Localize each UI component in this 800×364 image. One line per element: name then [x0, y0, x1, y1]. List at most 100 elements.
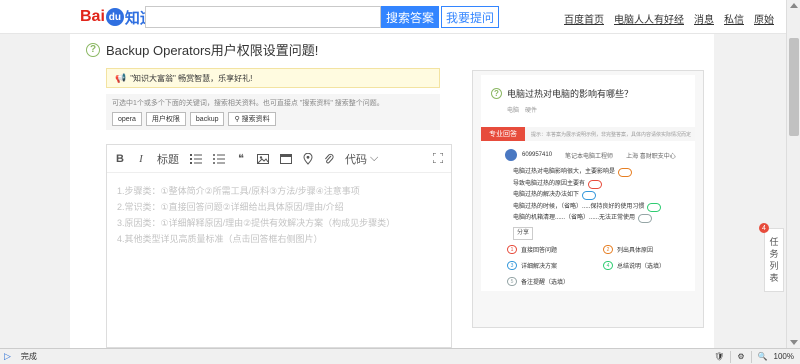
promo-notice[interactable]: 📢 "知识大富翁" 畅赏智慧，乐享好礼!: [106, 68, 440, 88]
user-location: 上海 喜财职支中心: [626, 153, 676, 160]
italic-button[interactable]: I: [136, 153, 146, 165]
logo-text: Bai: [80, 8, 105, 25]
avatar: [505, 149, 517, 161]
ordered-list-icon[interactable]: [190, 153, 202, 164]
question-mark-icon: ?: [86, 42, 100, 57]
legend-label: 总结说明（选填）: [617, 264, 666, 270]
task-list-char: 务: [769, 249, 779, 259]
link-user-menu[interactable]: 电脑人人有好经: [614, 11, 684, 26]
top-links: 百度首页 电脑人人有好经 消息 私信 原始: [564, 11, 774, 26]
answer-line: 导致电脑过热的原因主要有: [513, 179, 661, 191]
answer-editor[interactable]: B I 标题 ❝ 代码 ⌵ 1.步骤类：①整体简介②所需工具/原料③方法/步骤④…: [106, 144, 452, 348]
code-dropdown[interactable]: 代码 ⌵: [345, 151, 378, 167]
pro-answer-bar: 专业回答 提示：本答案为展示说明示例，非完整答案，具体内容请依实际情况而定: [481, 127, 695, 141]
user-name: 609957410: [522, 152, 553, 158]
link-private-messages[interactable]: 私信: [724, 11, 744, 26]
browser-status-bar: ▷ 完成 🛡 ⚙ 🔍 100%: [0, 348, 800, 364]
keyword-tag[interactable]: opera: [112, 112, 142, 126]
pro-answer-tip: 提示：本答案为展示说明示例，非完整答案，具体内容请依实际情况而定: [531, 131, 692, 138]
status-text: 完成: [20, 352, 37, 361]
guide-legend: 1 直接回答问题 2 列出具体原因 3 详细解决方案 4 总结说明（选填） 5 备注提醒（…: [507, 245, 695, 286]
keyword-hint-box: 可选中1个或多个下面的关键词，搜索相关资料。也可直接点 "搜索资料" 搜索整个问…: [106, 94, 440, 130]
meta-tag: 硬件: [525, 108, 538, 114]
marker-icon: [618, 168, 633, 178]
example-meta: 电脑 硬件: [507, 105, 537, 114]
zoom-level[interactable]: 100%: [774, 352, 794, 361]
speaker-icon: 📢: [115, 72, 127, 83]
example-question: 电脑过热对电脑的影响有哪些？: [507, 89, 634, 99]
marker-icon: [582, 191, 597, 201]
keyword-tag[interactable]: backup: [189, 112, 225, 126]
task-count-badge: 4: [759, 223, 769, 233]
ask-question-button[interactable]: 我要提问: [441, 6, 499, 28]
top-bar: Bai du 知道 搜索答案 我要提问 百度首页 电脑人人有好经 消息 私信 原…: [0, 0, 786, 34]
legend-item: 2 列出具体原因: [603, 245, 695, 254]
page-scrollbar[interactable]: [786, 0, 800, 348]
marker-icon: [588, 179, 603, 189]
answer-line: 电脑过热对电脑影响很大，主要影响是: [513, 167, 661, 179]
placeholder-line: 1.步骤类：①整体简介②所需工具/原料③方法/步骤④注意事项: [117, 186, 360, 196]
keyword-tag[interactable]: 用户权限: [145, 112, 186, 126]
security-lock-icon: 🛡: [714, 352, 725, 361]
placeholder-line: 3.原因类：①详细解释原因/理由②提供有效解决方案（构成见步骤类）: [117, 218, 396, 228]
marker-icon: [647, 202, 662, 212]
legend-dot-icon: 1: [507, 245, 517, 254]
task-list-char: 任: [769, 237, 779, 247]
answer-line-text: 电脑的机箱清理......（省略）......无法正常使用: [513, 215, 636, 221]
legend-item: 5 备注提醒（选填）: [507, 277, 603, 286]
answer-line-text: 电脑过热对电脑影响很大，主要影响是: [513, 169, 616, 175]
unordered-list-icon[interactable]: [213, 153, 225, 164]
task-list-char: 表: [769, 273, 779, 283]
search-material-label: 搜索资料: [241, 116, 270, 123]
search-answer-button[interactable]: 搜索答案: [381, 6, 439, 28]
placeholder-line: 2.常识类：①直接回答问题②详细给出具体原因/理由/介绍: [117, 202, 344, 212]
page-status-icon: ▷: [4, 351, 11, 361]
search-input[interactable]: [145, 6, 381, 28]
zoom-icon: 🔍: [757, 352, 768, 361]
protected-mode-icon: ⚙: [737, 352, 745, 361]
link-messages[interactable]: 消息: [694, 11, 714, 26]
answer-line: 电脑的机箱清理......（省略）......无法正常使用: [513, 213, 661, 225]
user-title: 笔记本电脑工程师: [565, 153, 614, 160]
promo-notice-text: "知识大富翁" 畅赏智慧，乐享好礼!: [130, 73, 253, 83]
legend-dot-icon: 4: [603, 261, 613, 270]
editor-placeholder[interactable]: 1.步骤类：①整体简介②所需工具/原料③方法/步骤④注意事项 2.常识类：①直接…: [107, 173, 451, 247]
quote-button[interactable]: ❝: [236, 152, 246, 165]
keyword-tags: opera 用户权限 backup ⚲ 搜索资料: [112, 112, 276, 126]
legend-dot-icon: 3: [507, 261, 517, 270]
fullscreen-expand-icon[interactable]: [433, 153, 443, 163]
answer-line-text: 导致电脑过热的原因主要有: [513, 180, 586, 187]
answer-line: 电脑过热的时候，（省略）.....保持良好的使用习惯: [513, 202, 662, 214]
heading-button[interactable]: 标题: [157, 151, 179, 167]
attachment-paperclip-icon[interactable]: [324, 153, 334, 165]
answer-line: 电脑过热的解决办法如下: [513, 190, 661, 202]
example-question-row: ? 电脑过热对电脑的影响有哪些？: [491, 87, 633, 100]
search-material-button[interactable]: ⚲ 搜索资料: [228, 112, 276, 126]
location-pin-icon[interactable]: [303, 152, 313, 165]
baidu-zhidao-logo[interactable]: Bai du 知道: [80, 7, 155, 27]
marker-icon: [638, 214, 653, 224]
link-baidu-home[interactable]: 百度首页: [564, 11, 604, 26]
task-list-button[interactable]: 任 务 列 表: [764, 228, 784, 292]
answer-line-text: 电脑过热的解决办法如下: [513, 192, 580, 198]
image-icon[interactable]: [257, 153, 269, 164]
legend-item: 4 总结说明（选填）: [603, 261, 695, 270]
legend-item: 1 直接回答问题: [507, 245, 603, 254]
task-list-char: 列: [769, 261, 779, 271]
scroll-down-arrow-icon[interactable]: [790, 340, 798, 345]
chevron-down-icon: ⌵: [370, 152, 379, 164]
legend-label: 列出具体原因: [617, 248, 654, 254]
link-original[interactable]: 原始: [754, 11, 774, 26]
editor-toolbar: B I 标题 ❝ 代码 ⌵: [107, 145, 451, 173]
legend-item: 3 详细解决方案: [507, 261, 603, 270]
scrollbar-thumb[interactable]: [789, 38, 799, 136]
legend-label: 详细解决方案: [521, 264, 558, 270]
legend-dot-icon: 2: [603, 245, 613, 254]
scroll-up-arrow-icon[interactable]: [790, 3, 798, 8]
placeholder-line: 4.其他类型详见高质量标准（点击回答框右侧图片）: [117, 234, 323, 244]
bold-button[interactable]: B: [115, 153, 125, 165]
video-icon[interactable]: [280, 153, 292, 164]
question-mark-icon: ?: [491, 88, 502, 99]
pro-answer-label: 专业回答: [481, 127, 525, 141]
legend-label: 直接回答问题: [521, 248, 558, 254]
